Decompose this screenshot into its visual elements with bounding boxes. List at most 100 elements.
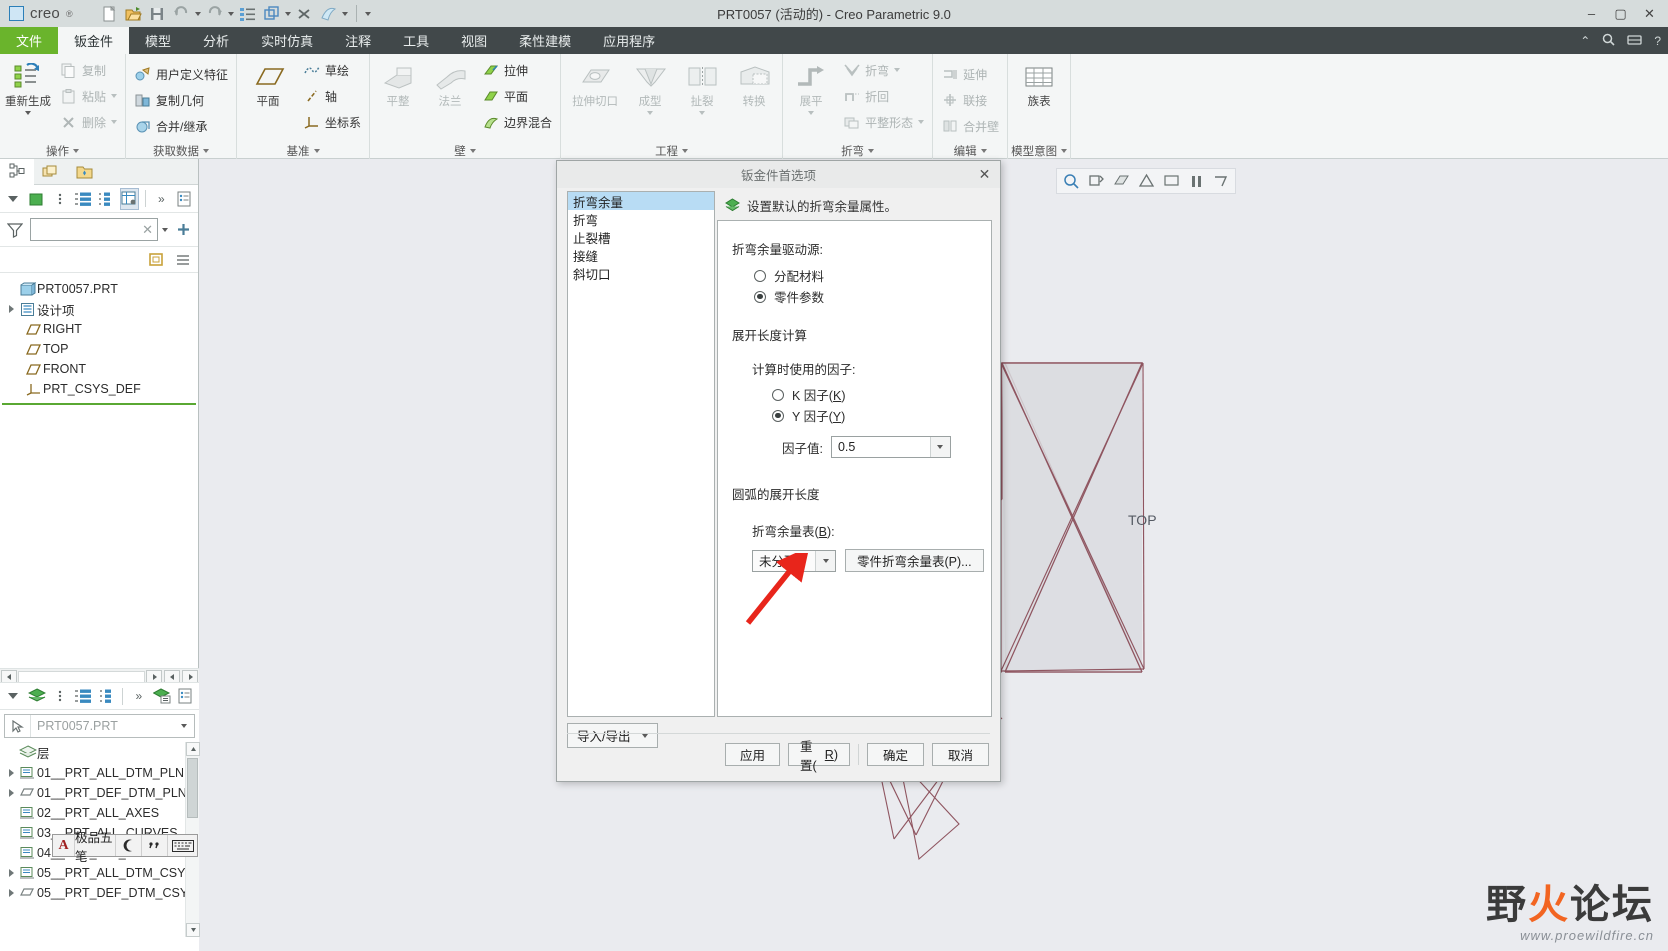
open-icon[interactable] bbox=[123, 3, 144, 24]
join-wall-button[interactable]: 合并壁 bbox=[936, 114, 1004, 138]
layers-icon[interactable] bbox=[27, 685, 46, 707]
planar-button[interactable]: 平面 bbox=[477, 84, 557, 108]
punctuation-icon[interactable] bbox=[142, 835, 168, 856]
appearance-dropdown-caret[interactable] bbox=[341, 11, 348, 16]
scroll-up-button[interactable] bbox=[186, 742, 200, 756]
chevron-down-icon[interactable] bbox=[815, 550, 835, 571]
nav-item-seam[interactable]: 接缝 bbox=[568, 246, 714, 264]
minimize-button[interactable]: – bbox=[1577, 0, 1606, 27]
close-icon[interactable]: ✕ bbox=[975, 165, 994, 184]
cancel-button[interactable]: 取消 bbox=[932, 743, 989, 766]
rip-button[interactable]: 扯裂 bbox=[677, 58, 727, 115]
tab-view[interactable]: 视图 bbox=[445, 27, 503, 54]
tab-file[interactable]: 文件 bbox=[0, 27, 59, 54]
model-bounds-icon[interactable] bbox=[145, 249, 167, 271]
model-list-icon[interactable] bbox=[172, 249, 194, 271]
apply-button[interactable]: 应用 bbox=[725, 743, 780, 766]
more-dots-icon[interactable] bbox=[51, 685, 70, 707]
help-icon[interactable]: ? bbox=[1654, 34, 1661, 48]
copy-geometry-button[interactable]: 复制几何 bbox=[129, 88, 233, 112]
group-label-datum[interactable]: 基准 bbox=[240, 142, 366, 159]
layer-item-0[interactable]: 01__PRT_ALL_DTM_PLN bbox=[0, 763, 199, 783]
undo-dropdown-caret[interactable] bbox=[194, 11, 201, 16]
more-dots-icon[interactable] bbox=[50, 188, 69, 210]
tree-settings-icon[interactable] bbox=[119, 187, 139, 210]
close-window-icon[interactable] bbox=[294, 3, 315, 24]
ime-toolbar[interactable]: A 极品五笔 bbox=[52, 831, 198, 864]
vscroll-thumb[interactable] bbox=[187, 758, 198, 818]
settings-panel-icon[interactable] bbox=[175, 188, 194, 210]
nav-item-miter-cut[interactable]: 斜切口 bbox=[568, 264, 714, 282]
delete-button[interactable]: 删除 bbox=[55, 110, 122, 134]
account-icon[interactable] bbox=[1627, 33, 1642, 49]
layer-item-2[interactable]: 02__PRT_ALL_AXES bbox=[0, 803, 199, 823]
chevron-down-icon[interactable] bbox=[929, 437, 950, 457]
tab-tools[interactable]: 工具 bbox=[387, 27, 445, 54]
merge-inherit-button[interactable]: 合并/继承 bbox=[129, 114, 233, 138]
radio-y-factor-button[interactable] bbox=[772, 409, 784, 422]
ok-button[interactable]: 确定 bbox=[867, 743, 924, 766]
unbend-button[interactable]: 展平 bbox=[786, 58, 836, 115]
filter-icon[interactable] bbox=[4, 219, 26, 241]
redo-icon[interactable] bbox=[204, 3, 225, 24]
overflow-icon[interactable]: » bbox=[129, 685, 148, 707]
layer-columns-icon[interactable] bbox=[97, 685, 116, 707]
window-dropdown-caret[interactable] bbox=[284, 11, 291, 16]
nav-item-relief[interactable]: 止裂槽 bbox=[568, 228, 714, 246]
radio-k-factor[interactable]: K 因子(K) bbox=[772, 384, 991, 405]
extrude-button[interactable]: 拉伸 bbox=[477, 58, 557, 82]
new-layer-icon[interactable] bbox=[152, 685, 171, 707]
regenerate-caret[interactable] bbox=[25, 110, 31, 115]
model-display-icon[interactable] bbox=[27, 188, 46, 210]
appearance-icon[interactable] bbox=[318, 3, 339, 24]
tree-item-part[interactable]: PRT0057.PRT bbox=[0, 279, 198, 299]
reset-button[interactable]: 重置(R) bbox=[788, 740, 850, 773]
tree-list-icon[interactable] bbox=[73, 188, 92, 210]
group-caret-wall[interactable] bbox=[469, 148, 476, 153]
group-caret-get-data[interactable] bbox=[203, 148, 210, 153]
tab-applications[interactable]: 应用程序 bbox=[587, 27, 671, 54]
flat-state-button[interactable]: 平整形态 bbox=[838, 110, 929, 134]
unbend-caret[interactable] bbox=[808, 110, 815, 115]
layer-caret[interactable] bbox=[4, 685, 23, 707]
new-icon[interactable] bbox=[99, 3, 120, 24]
undo-icon[interactable] bbox=[171, 3, 192, 24]
window-icon[interactable] bbox=[261, 3, 282, 24]
layer-tree-tab[interactable] bbox=[34, 159, 68, 185]
flat-state-caret[interactable] bbox=[918, 120, 925, 124]
clear-search-icon[interactable]: ✕ bbox=[142, 222, 153, 238]
regenerate-button[interactable]: 重新生成 bbox=[3, 58, 53, 115]
tab-live-simulation[interactable]: 实时仿真 bbox=[245, 27, 329, 54]
moon-icon[interactable] bbox=[116, 835, 142, 856]
nav-item-bend-allowance[interactable]: 折弯余量 bbox=[568, 192, 714, 210]
factor-value-input[interactable]: 0.5 bbox=[830, 436, 951, 458]
group-label-bend[interactable]: 折弯 bbox=[786, 142, 929, 159]
add-filter-icon[interactable] bbox=[172, 219, 194, 241]
bend-back-button[interactable]: 折回 bbox=[838, 84, 929, 108]
group-caret-edit[interactable] bbox=[980, 148, 987, 153]
scroll-down-button[interactable] bbox=[186, 923, 200, 937]
bend-caret[interactable] bbox=[894, 68, 901, 72]
flange-wall-button[interactable]: 法兰 bbox=[425, 58, 475, 109]
tab-flexible-modeling[interactable]: 柔性建模 bbox=[503, 27, 587, 54]
datum-plane-button[interactable]: 平面 bbox=[240, 58, 296, 109]
tab-analysis[interactable]: 分析 bbox=[187, 27, 245, 54]
bend-table-select[interactable]: 未分配 bbox=[752, 549, 836, 572]
save-icon[interactable] bbox=[147, 3, 168, 24]
layer-item-6[interactable]: 05__PRT_DEF_DTM_CSYS bbox=[0, 883, 199, 903]
collapse-ribbon-icon[interactable]: ⌃ bbox=[1580, 34, 1590, 48]
layer-item-1[interactable]: 01__PRT_DEF_DTM_PLN bbox=[0, 783, 199, 803]
tree-filter-caret[interactable] bbox=[4, 188, 23, 210]
nav-item-bend[interactable]: 折弯 bbox=[568, 210, 714, 228]
group-label-model-intent[interactable]: 模型意图 bbox=[1011, 142, 1068, 159]
layer-expander[interactable] bbox=[4, 789, 18, 797]
group-label-get-data[interactable]: 获取数据 bbox=[129, 142, 233, 159]
tab-sheetmetal[interactable]: 钣金件 bbox=[58, 27, 130, 54]
sketch-button[interactable]: 草绘 bbox=[298, 58, 366, 82]
radio-assigned-material-button[interactable] bbox=[754, 269, 766, 282]
folder-browser-tab[interactable] bbox=[68, 159, 102, 185]
udf-button[interactable]: 用户定义特征 bbox=[129, 62, 233, 86]
csys-button[interactable]: 坐标系 bbox=[298, 110, 366, 134]
axis-button[interactable]: 轴 bbox=[298, 84, 366, 108]
model-tree-tab[interactable] bbox=[0, 158, 34, 185]
